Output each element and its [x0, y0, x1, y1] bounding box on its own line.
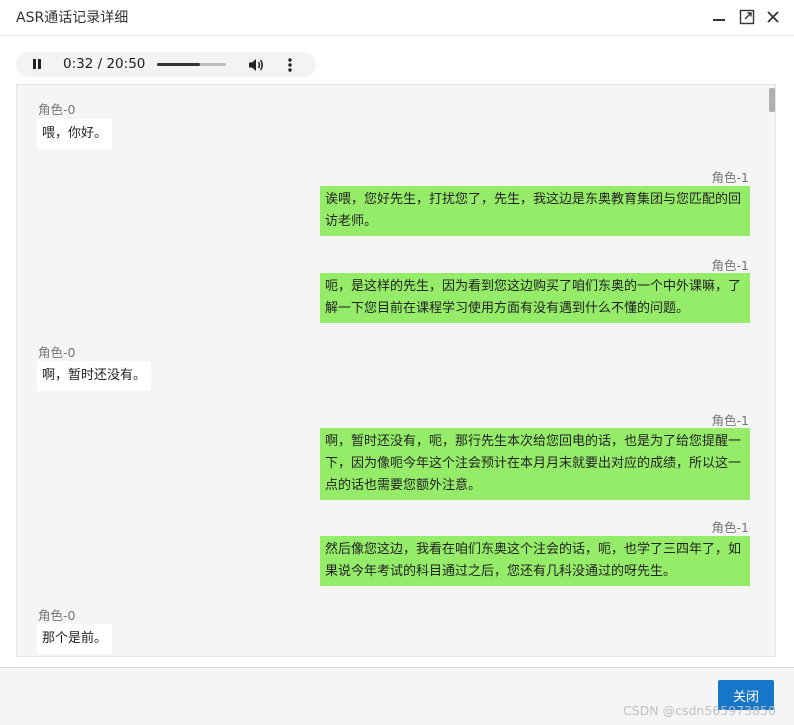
watermark: CSDN @csdn565973850	[623, 703, 776, 718]
minimize-icon[interactable]	[710, 8, 728, 26]
speaker-label: 角色-1	[711, 258, 749, 273]
speaker-label: 角色-0	[38, 608, 76, 623]
message-bubble-right: 呃，是这样的先生，因为看到您这边购买了咱们东奥的一个中外课嘛，了解一下您目前在课…	[320, 273, 750, 323]
speaker-label: 角色-0	[38, 345, 76, 360]
speaker-label: 角色-1	[711, 170, 749, 185]
dialog-titlebar: ASR通话记录详细	[0, 0, 794, 36]
more-options-icon[interactable]	[284, 57, 296, 73]
pause-icon[interactable]	[30, 57, 44, 71]
transcript-panel[interactable]: 角色-0 喂，你好。 角色-1 诶喂，您好先生，打扰您了，先生，我这边是东奥教育…	[16, 84, 776, 657]
speaker-label: 角色-0	[38, 102, 76, 117]
message-bubble-left: 啊，暂时还没有。	[37, 361, 152, 391]
message-bubble-right: 啊，暂时还没有，呃，那行先生本次给您回电的话，也是为了给您提醒一下，因为像呃今年…	[320, 428, 750, 500]
audio-player: 0:32 / 20:50	[16, 52, 316, 77]
dialog-title: ASR通话记录详细	[16, 10, 129, 26]
scrollbar-thumb[interactable]	[769, 88, 775, 112]
maximize-icon[interactable]	[738, 8, 756, 26]
audio-progress-bar[interactable]	[157, 63, 226, 66]
speaker-label: 角色-1	[711, 520, 749, 535]
audio-progress-fill	[157, 63, 200, 66]
volume-icon[interactable]	[248, 57, 264, 73]
speaker-label: 角色-1	[711, 413, 749, 428]
audio-time: 0:32 / 20:50	[63, 56, 146, 72]
close-icon[interactable]	[764, 8, 782, 26]
message-bubble-right: 诶喂，您好先生，打扰您了，先生，我这边是东奥教育集团与您匹配的回访老师。	[320, 186, 750, 236]
message-bubble-left: 那个是前。	[37, 624, 113, 654]
message-bubble-left: 喂，你好。	[37, 119, 113, 149]
message-bubble-right: 然后像您这边，我看在咱们东奥这个注会的话，呃，也学了三四年了，如果说今年考试的科…	[320, 536, 750, 586]
